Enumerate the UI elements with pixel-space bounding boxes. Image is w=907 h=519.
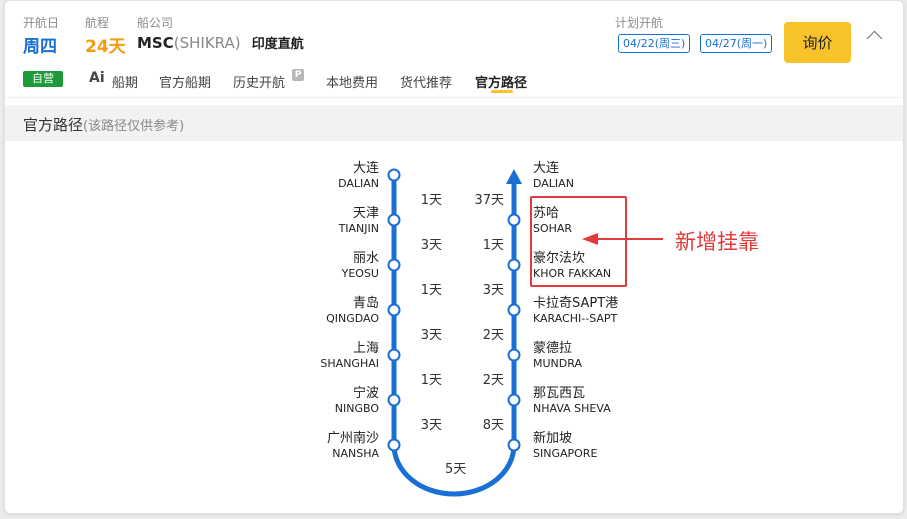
new-calls-highlight-box	[530, 196, 627, 287]
port-name-zh: 大连	[352, 161, 379, 176]
new-calls-annotation: 新增挂靠	[675, 230, 759, 254]
port-name-en: NINGBO	[334, 402, 379, 415]
inbound-stop-node	[507, 258, 521, 272]
schedule-card: 开航日 周四 航程 24天 船公司 MSC(SHIKRA) 印度直航 计划开航 …	[4, 0, 904, 514]
outbound-stop-node	[387, 258, 401, 272]
port-name-zh: 卡拉奇SAPT港	[533, 296, 619, 311]
port-name-en: KARACHI--SAPT	[533, 312, 618, 325]
port-name-zh: 青岛	[352, 296, 379, 311]
outbound-port-0: 大连 DALIAN	[259, 161, 379, 191]
outbound-stop-node	[387, 168, 401, 182]
port-name-en: TIANJIN	[338, 222, 379, 235]
outbound-port-3: 青岛 QINGDAO	[259, 296, 379, 326]
inbound-stop-node	[507, 348, 521, 362]
inbound-days-1: 1天	[482, 237, 504, 253]
port-name-zh: 那瓦西瓦	[533, 386, 586, 401]
inbound-stop-node	[507, 213, 521, 227]
port-name-en: QINGDAO	[326, 312, 379, 325]
inbound-port-0: 大连 DALIAN	[533, 161, 653, 191]
inbound-port-4: 蒙德拉 MUNDRA	[533, 341, 653, 371]
outbound-port-5: 宁波 NINGBO	[259, 386, 379, 416]
route-map	[387, 168, 663, 497]
port-name-zh: 天津	[352, 206, 379, 221]
port-name-en: SINGAPORE	[533, 447, 598, 460]
port-name-zh: 蒙德拉	[533, 341, 573, 356]
port-name-en: YEOSU	[341, 267, 379, 280]
port-name-zh: 大连	[533, 161, 560, 176]
inbound-days-4: 2天	[482, 372, 504, 388]
port-name-en: DALIAN	[533, 177, 574, 190]
port-name-en: DALIAN	[338, 177, 379, 190]
inbound-days-3: 2天	[482, 327, 504, 343]
inbound-port-6: 新加坡 SINGAPORE	[533, 431, 653, 461]
inbound-stop-node	[507, 303, 521, 317]
inbound-stop-node	[507, 393, 521, 407]
outbound-stop-node	[387, 393, 401, 407]
port-name-zh: 新加坡	[533, 431, 573, 446]
outbound-port-6: 广州南沙 NANSHA	[259, 431, 379, 461]
port-name-zh: 丽水	[352, 251, 379, 266]
inbound-port-3: 卡拉奇SAPT港 KARACHI--SAPT	[533, 296, 653, 326]
route-arrow-head-icon	[506, 169, 522, 184]
outbound-days-5: 3天	[420, 417, 442, 433]
port-name-zh: 广州南沙	[326, 431, 379, 446]
port-name-zh: 宁波	[352, 386, 379, 401]
bottom-days: 5天	[445, 462, 467, 477]
outbound-stop-node	[387, 348, 401, 362]
port-name-en: SHANGHAI	[320, 357, 379, 370]
port-name-en: NHAVA SHEVA	[533, 402, 611, 415]
outbound-days-0: 1天	[420, 192, 442, 208]
inbound-days-5: 8天	[482, 417, 504, 433]
inbound-port-5: 那瓦西瓦 NHAVA SHEVA	[533, 386, 653, 416]
outbound-stop-node	[387, 213, 401, 227]
outbound-port-2: 丽水 YEOSU	[259, 251, 379, 281]
outbound-stop-node	[387, 303, 401, 317]
inbound-days-2: 3天	[482, 282, 504, 298]
outbound-stop-node	[387, 438, 401, 452]
port-name-zh: 上海	[352, 341, 379, 356]
port-name-en: MUNDRA	[533, 357, 582, 370]
outbound-days-2: 1天	[420, 282, 442, 298]
outbound-days-4: 1天	[420, 372, 442, 388]
outbound-days-1: 3天	[420, 237, 442, 253]
inbound-stop-node	[507, 438, 521, 452]
outbound-days-3: 3天	[420, 327, 442, 343]
outbound-port-4: 上海 SHANGHAI	[259, 341, 379, 371]
outbound-port-1: 天津 TIANJIN	[259, 206, 379, 236]
port-name-en: NANSHA	[332, 447, 379, 460]
inbound-days-0: 37天	[474, 192, 504, 208]
